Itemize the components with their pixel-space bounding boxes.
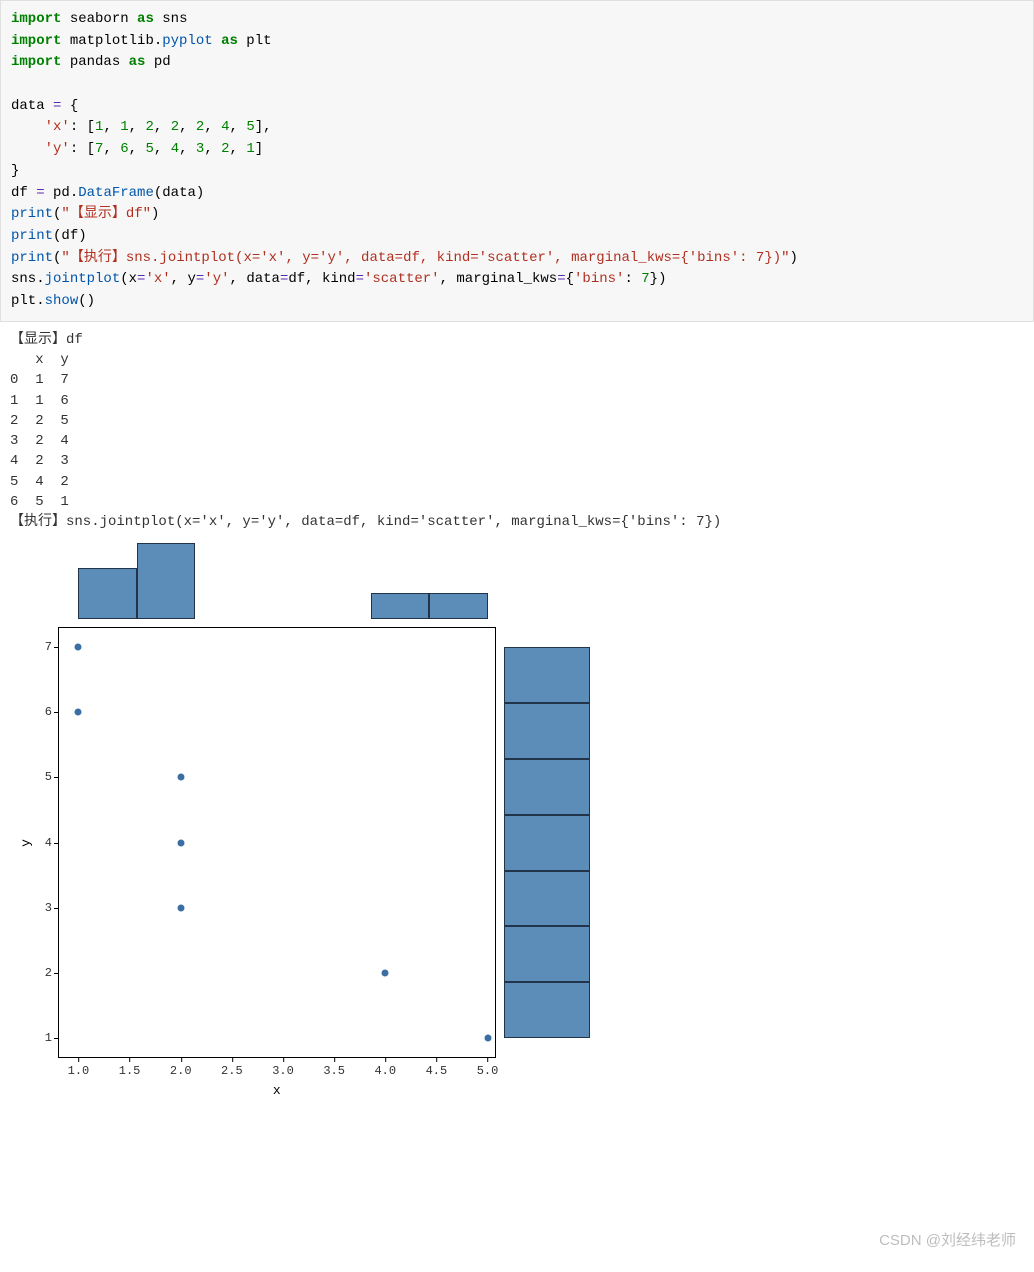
hist-y-bar (504, 871, 590, 927)
scatter-point (75, 644, 82, 651)
y-tick: 7 (30, 640, 52, 654)
scatter-point (484, 1035, 491, 1042)
x-axis-label: x (273, 1083, 281, 1098)
marginal-y-hist (504, 628, 590, 1058)
hist-x-bar (137, 543, 196, 619)
y-tick: 5 (30, 770, 52, 784)
hist-x-bar (429, 593, 487, 618)
hist-x-bar (78, 568, 136, 619)
jointplot: y x 12345671.01.52.02.53.03.54.04.55.0 (0, 535, 1034, 1068)
y-tick: 6 (30, 705, 52, 719)
output-block: 【显示】df x y 0 1 7 1 1 6 2 2 5 3 2 4 4 2 3… (0, 322, 1034, 535)
hist-y-bar (504, 703, 590, 759)
scatter-point (382, 969, 389, 976)
watermark: CSDN @刘经纬老师 (879, 1229, 1016, 1250)
hist-y-bar (504, 982, 590, 1038)
x-tick: 3.5 (323, 1064, 345, 1078)
x-tick: 2.0 (170, 1064, 192, 1078)
hist-y-bar (504, 926, 590, 982)
hist-x-bar (371, 593, 430, 618)
scatter-point (75, 709, 82, 716)
x-tick: 3.0 (272, 1064, 294, 1078)
x-tick: 1.0 (68, 1064, 90, 1078)
x-tick: 1.5 (119, 1064, 141, 1078)
hist-y-bar (504, 647, 590, 703)
scatter-axes: y x 12345671.01.52.02.53.03.54.04.55.0 (58, 627, 496, 1058)
scatter-point (177, 774, 184, 781)
y-tick: 2 (30, 966, 52, 980)
scatter-point (177, 839, 184, 846)
x-tick: 2.5 (221, 1064, 243, 1078)
scatter-point (177, 904, 184, 911)
hist-y-bar (504, 759, 590, 815)
marginal-x-hist (58, 541, 508, 619)
hist-y-bar (504, 815, 590, 871)
x-tick: 4.0 (374, 1064, 396, 1078)
y-tick: 3 (30, 901, 52, 915)
y-tick: 4 (30, 836, 52, 850)
x-tick: 4.5 (426, 1064, 448, 1078)
x-tick: 5.0 (477, 1064, 499, 1078)
code-block: import seaborn as sns import matplotlib.… (0, 0, 1034, 322)
y-tick: 1 (30, 1031, 52, 1045)
